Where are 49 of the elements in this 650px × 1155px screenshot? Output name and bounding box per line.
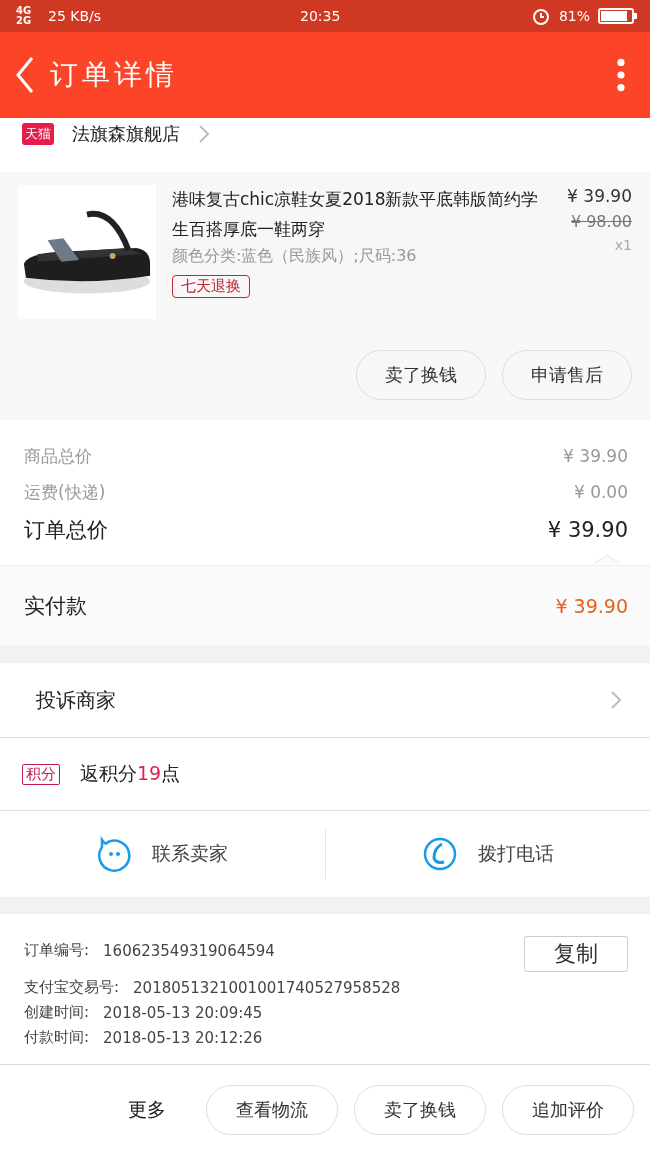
product-title[interactable]: 港味复古chic凉鞋女夏2018新款平底韩版简约学生百搭厚底一鞋两穿 [172, 184, 544, 244]
summary-label: 订单总价 [24, 517, 108, 544]
action-button[interactable]: 卖了换钱 [354, 1085, 486, 1135]
paid-amount: ¥ 39.90 [555, 595, 628, 617]
summary-value: ¥ 39.90 [547, 518, 628, 542]
complaint-link[interactable]: 投诉商家 [36, 686, 116, 714]
product-variant: 颜色分类:蓝色（民族风）;尺码:36 [172, 246, 417, 267]
copy-button[interactable]: 复制 [524, 936, 628, 972]
store-badge: 天猫 [22, 123, 54, 145]
chevron-icon [610, 690, 622, 710]
info-value: 2018-05-13 20:09:45 [103, 1003, 263, 1022]
battery-percent: 81% [558, 8, 590, 24]
battery-icon [598, 6, 638, 26]
info-value: 160623549319064594 [103, 941, 275, 960]
action-button[interactable]: 追加评价 [502, 1085, 634, 1135]
info-label: 付款时间: [24, 1028, 90, 1047]
points-badge: 积分 [22, 763, 60, 785]
network-speed: 25 KB/s [48, 8, 102, 24]
info-label: 创建时间: [24, 1003, 90, 1022]
summary-label: 运费(快递) [24, 480, 106, 504]
chat-icon[interactable] [96, 836, 133, 872]
phone-icon[interactable] [421, 836, 458, 872]
summary-label: 商品总价 [24, 444, 92, 468]
alarm-icon [530, 6, 551, 26]
summary-value: ¥ 39.90 [563, 446, 628, 466]
back-icon[interactable] [14, 55, 36, 95]
network-indicator: 4G 2G [16, 6, 33, 26]
action-button[interactable]: 查看物流 [206, 1085, 338, 1135]
more-link[interactable]: 更多 [128, 1097, 166, 1123]
contact-link[interactable]: 联系卖家 [152, 841, 229, 867]
action-button[interactable]: 卖了换钱 [356, 350, 486, 400]
info-value: 2018051321001001740527958528 [133, 978, 401, 997]
contact-link[interactable]: 拨打电话 [477, 841, 554, 867]
info-label: 支付宝交易号: [24, 978, 120, 997]
info-value: 2018-05-13 20:12:26 [103, 1028, 263, 1047]
action-button[interactable]: 申请售后 [502, 350, 632, 400]
page-title: 订单详情 [50, 57, 178, 93]
chevron-icon [198, 124, 210, 144]
original-price: ¥ 98.00 [570, 212, 632, 231]
quantity: x1 [614, 237, 632, 253]
store-name[interactable]: 法旗森旗舰店 [72, 122, 180, 146]
more-icon[interactable] [616, 57, 626, 93]
return-policy-tag: 七天退换 [172, 275, 250, 298]
product-price: ¥ 39.90 [567, 186, 632, 206]
summary-value: ¥ 0.00 [573, 482, 628, 502]
clock: 20:35 [300, 8, 341, 24]
info-label: 订单编号: [24, 941, 90, 960]
paid-label: 实付款 [24, 593, 87, 620]
points-text: 返积分19点 [80, 761, 181, 786]
